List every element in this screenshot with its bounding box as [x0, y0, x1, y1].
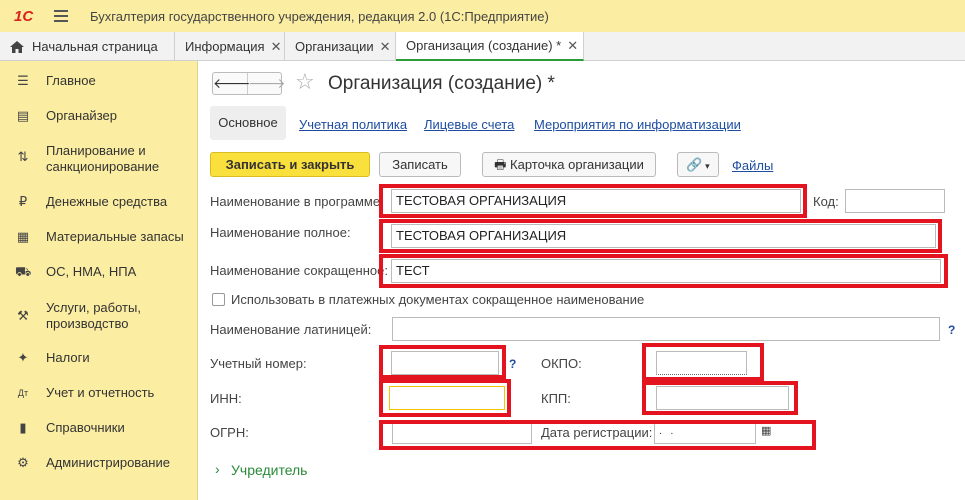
code-label: Код:: [813, 194, 839, 209]
highlight-box: [642, 381, 798, 415]
book-icon: ▮: [19, 420, 27, 435]
name-program-label: Наименование в программе:: [210, 194, 384, 209]
kpp-label: КПП:: [541, 391, 571, 406]
highlight-box: [379, 345, 506, 379]
highlight-box: [642, 343, 764, 381]
inn-label: ИНН:: [210, 391, 242, 406]
title-bar: 1С Бухгалтерия государственного учрежден…: [0, 0, 965, 32]
files-link[interactable]: Файлы: [732, 158, 773, 173]
sidebar-item-planning[interactable]: ⇅ Планирование и санкционирование: [0, 143, 198, 175]
account-no-label: Учетный номер:: [210, 356, 307, 371]
save-and-close-button[interactable]: Записать и закрыть: [210, 152, 370, 177]
tab-home[interactable]: Начальная страница: [0, 32, 175, 61]
app-logo[interactable]: 1С: [14, 8, 40, 25]
use-short-name-label: Использовать в платежных документах сокр…: [231, 292, 645, 307]
tab-information[interactable]: Информация ✕: [175, 32, 285, 61]
tab-organization-create[interactable]: Организация (создание) * ✕: [396, 32, 584, 61]
sidebar-item-main[interactable]: ☰ Главное: [0, 73, 198, 89]
ogrn-label: ОГРН:: [210, 425, 249, 440]
tab-organizations[interactable]: Организации ✕: [285, 32, 396, 61]
page-title: Организация (создание) *: [328, 73, 555, 94]
truck-icon: ⛟: [15, 264, 32, 279]
sidebar-item-accounting[interactable]: Дт Учет и отчетность: [0, 385, 198, 401]
accounting-icon: Дт: [17, 388, 29, 398]
app-title: Бухгалтерия государственного учреждения,…: [90, 8, 549, 24]
name-latin-label: Наименование латиницей:: [210, 322, 372, 337]
form-area: 🡐 🡒 ☆ Организация (создание) * Основное …: [198, 61, 965, 500]
sections-sidebar: ☰ Главное ▤ Органайзер ⇅ Планирование и …: [0, 61, 198, 500]
sidebar-item-catalogs[interactable]: ▮ Справочники: [0, 420, 198, 436]
highlight-box: [379, 184, 807, 218]
founder-group-header[interactable]: Учредитель: [231, 462, 307, 478]
close-icon[interactable]: ✕: [380, 39, 391, 55]
use-short-name-checkbox[interactable]: [212, 293, 225, 306]
sidebar-item-assets[interactable]: ⛟ ОС, НМА, НПА: [0, 264, 198, 280]
name-latin-input[interactable]: [392, 317, 940, 341]
name-short-label: Наименование сокращенное:: [210, 263, 388, 278]
tab-label: Организации: [295, 39, 374, 54]
emblem-icon: ✦: [17, 350, 29, 365]
highlight-box: [379, 219, 942, 253]
planning-icon: ⇅: [17, 149, 29, 164]
sidebar-item-money[interactable]: ₽ Денежные средства: [0, 194, 198, 210]
code-input[interactable]: [845, 189, 945, 213]
paperclip-icon: 🔗: [686, 157, 703, 172]
printer-icon: 🖶: [494, 157, 511, 172]
tab-label: Информация: [185, 39, 265, 54]
sidebar-item-admin[interactable]: ⚙ Администрирование: [0, 455, 198, 471]
home-icon: [10, 40, 24, 53]
help-icon[interactable]: ?: [509, 357, 516, 371]
forward-arrow-icon[interactable]: 🡒: [248, 73, 286, 94]
sidebar-item-services[interactable]: ⚒ Услуги, работы, производство: [0, 300, 198, 332]
close-icon[interactable]: ✕: [567, 38, 578, 54]
highlight-box: [379, 420, 816, 450]
sidebar-item-stock[interactable]: ▦ Материальные запасы: [0, 229, 198, 245]
favorite-star-icon[interactable]: ☆: [295, 70, 315, 94]
menu-icon[interactable]: [54, 10, 68, 22]
tab-label: Начальная страница: [32, 39, 158, 54]
close-icon[interactable]: ✕: [271, 39, 282, 55]
link-personal-accounts[interactable]: Лицевые счета: [424, 117, 514, 132]
list-icon: ☰: [17, 73, 29, 88]
stock-icon: ▦: [16, 229, 30, 244]
help-icon[interactable]: ?: [948, 323, 955, 337]
link-accounting-policy[interactable]: Учетная политика: [299, 117, 407, 132]
link-it-measures[interactable]: Мероприятия по информатизации: [534, 117, 741, 132]
clipboard-icon: ▤: [16, 108, 30, 123]
org-card-button[interactable]: 🖶 Карточка организации: [482, 152, 656, 177]
save-button[interactable]: Записать: [379, 152, 461, 177]
navigation-buttons: 🡐 🡒: [212, 72, 286, 95]
okpo-label: ОКПО:: [541, 356, 582, 371]
chevron-down-icon: ▾: [702, 161, 710, 171]
tab-main[interactable]: Основное: [210, 106, 286, 140]
name-full-label: Наименование полное:: [210, 225, 351, 240]
tools-icon: ⚒: [17, 308, 29, 323]
attach-dropdown-button[interactable]: 🔗 ▾: [677, 152, 719, 177]
sidebar-item-taxes[interactable]: ✦ Налоги: [0, 350, 198, 366]
chevron-right-icon[interactable]: ›: [215, 461, 220, 477]
tab-label: Организация (создание) *: [406, 38, 562, 53]
highlight-box: [379, 254, 948, 288]
sidebar-item-organizer[interactable]: ▤ Органайзер: [0, 108, 198, 124]
back-arrow-icon[interactable]: 🡐: [213, 73, 251, 94]
money-icon: ₽: [18, 194, 28, 209]
highlight-box: [379, 379, 511, 417]
open-tabs-bar: Начальная страница Информация ✕ Организа…: [0, 32, 965, 61]
gear-icon: ⚙: [17, 455, 29, 470]
